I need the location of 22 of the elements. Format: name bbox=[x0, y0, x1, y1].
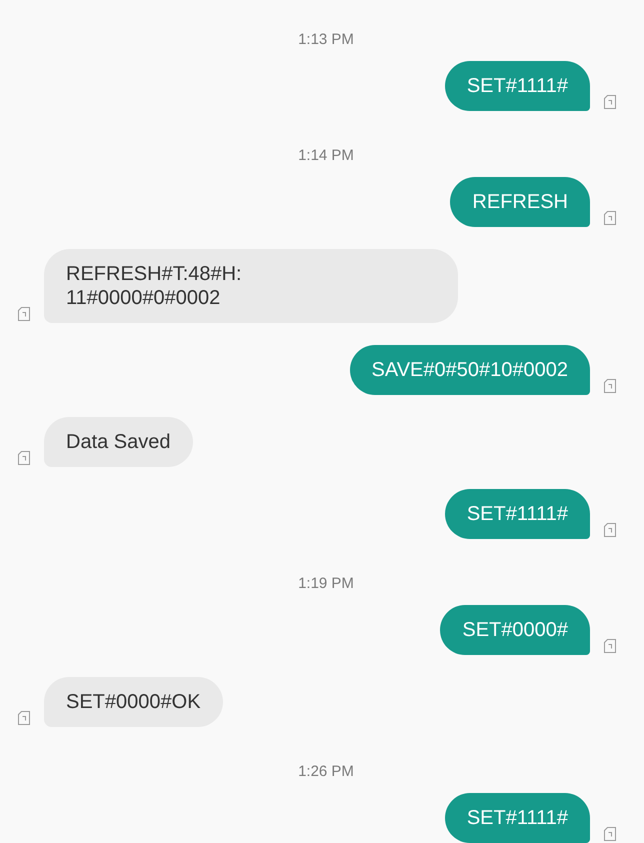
sim-card-icon bbox=[604, 211, 616, 225]
sim-card-icon bbox=[18, 307, 30, 321]
sent-message-bubble[interactable]: SET#1111# bbox=[444, 793, 590, 843]
sim-card-icon bbox=[604, 639, 616, 653]
timestamp: 1:26 PM bbox=[298, 762, 354, 782]
received-message-bubble[interactable]: SET#0000#OK bbox=[44, 677, 223, 727]
timestamp: 1:13 PM bbox=[298, 30, 354, 50]
received-message-bubble[interactable]: Data Saved bbox=[44, 417, 193, 467]
sim-card-icon bbox=[604, 379, 616, 393]
sent-message-bubble[interactable]: SET#0000# bbox=[440, 605, 590, 655]
sent-message-bubble[interactable]: SET#1111# bbox=[444, 61, 590, 111]
sim-card-icon bbox=[604, 523, 616, 537]
sim-card-icon bbox=[18, 711, 30, 725]
timestamp: 1:14 PM bbox=[298, 146, 354, 166]
sent-message-bubble[interactable]: REFRESH bbox=[450, 177, 590, 227]
sim-card-icon bbox=[604, 827, 616, 841]
timestamp: 1:19 PM bbox=[298, 574, 354, 594]
sent-message-bubble[interactable]: SET#1111# bbox=[444, 489, 590, 539]
sim-card-icon bbox=[18, 451, 30, 465]
received-message-bubble[interactable]: REFRESH#T:48#H: 11#0000#0#0002 bbox=[44, 249, 458, 323]
sim-card-icon bbox=[604, 95, 616, 109]
sent-message-bubble[interactable]: SAVE#0#50#10#0002 bbox=[350, 345, 590, 395]
